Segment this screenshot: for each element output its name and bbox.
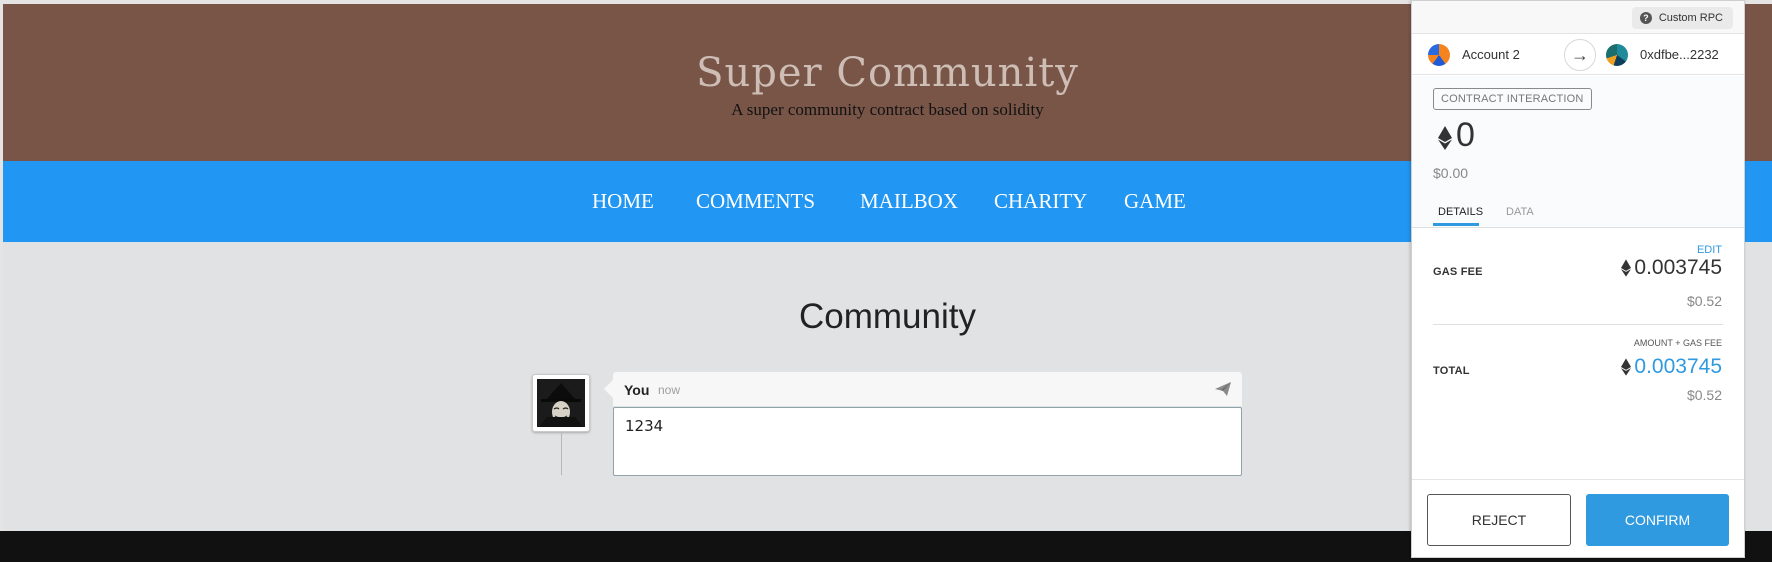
- from-account-identicon: [1428, 44, 1450, 66]
- action-badge: CONTRACT INTERACTION: [1433, 88, 1592, 110]
- reject-button[interactable]: REJECT: [1427, 494, 1571, 546]
- tab-details[interactable]: DETAILS: [1438, 206, 1483, 218]
- network-label: Custom RPC: [1658, 12, 1723, 24]
- comment-header: You now: [613, 372, 1242, 406]
- metamask-popup: ? Custom RPC Account 2 → 0xdfbe...2232 C…: [1411, 0, 1745, 558]
- tab-data[interactable]: DATA: [1506, 206, 1534, 218]
- gas-fee-eth: 0.003745: [1634, 256, 1722, 279]
- timeline-line: [561, 433, 562, 475]
- arrow-right-icon: →: [1564, 39, 1596, 71]
- from-account-name[interactable]: Account 2: [1462, 47, 1520, 62]
- avatar: [532, 374, 590, 432]
- send-icon[interactable]: [1214, 381, 1232, 397]
- eth-icon: [1621, 358, 1632, 376]
- total-eth-group: 0.003745: [1621, 355, 1722, 379]
- to-address[interactable]: 0xdfbe...2232: [1640, 47, 1719, 62]
- nav-charity[interactable]: CHARITY: [994, 189, 1087, 214]
- gas-fee-label: GAS FEE: [1433, 266, 1483, 278]
- amount-fiat: $0.00: [1433, 165, 1469, 181]
- confirm-button[interactable]: CONFIRM: [1586, 494, 1729, 546]
- comment-pointer: [604, 380, 613, 398]
- nav-comments[interactable]: COMMENTS: [696, 189, 815, 214]
- edit-gas-link[interactable]: EDIT: [1697, 244, 1722, 256]
- gas-fee-fiat: $0.52: [1686, 293, 1722, 309]
- transaction-summary: CONTRACT INTERACTION 0 $0.00 DETAILS DAT…: [1412, 76, 1744, 228]
- total-eth: 0.003745: [1634, 355, 1722, 378]
- active-tab-indicator: [1433, 223, 1479, 226]
- comment-composer: You now 1234: [604, 372, 1242, 476]
- comment-input[interactable]: 1234: [613, 407, 1242, 476]
- amount-plus-gas-label: AMOUNT + GAS FEE: [1633, 338, 1722, 348]
- divider: [1433, 324, 1723, 325]
- total-label: TOTAL: [1433, 365, 1470, 377]
- question-icon: ?: [1639, 12, 1652, 24]
- comment-time: now: [658, 383, 681, 397]
- to-account-identicon: [1606, 44, 1628, 66]
- total-fiat: $0.52: [1686, 387, 1722, 403]
- comment-author: You: [624, 382, 650, 398]
- avatar-image: [537, 379, 585, 427]
- popup-footer: REJECT CONFIRM: [1412, 479, 1744, 559]
- eth-icon: [1438, 126, 1452, 150]
- gas-fee-eth-group: 0.003745: [1621, 256, 1722, 280]
- nav-game[interactable]: GAME: [1124, 189, 1186, 214]
- account-row: Account 2 → 0xdfbe...2232: [1412, 35, 1744, 75]
- amount-eth: 0: [1456, 116, 1475, 154]
- network-selector[interactable]: ? Custom RPC: [1631, 7, 1733, 29]
- network-bar: ? Custom RPC: [1412, 1, 1744, 34]
- eth-icon: [1621, 259, 1632, 277]
- nav-mailbox[interactable]: MAILBOX: [860, 189, 958, 214]
- nav-home[interactable]: HOME: [592, 189, 654, 214]
